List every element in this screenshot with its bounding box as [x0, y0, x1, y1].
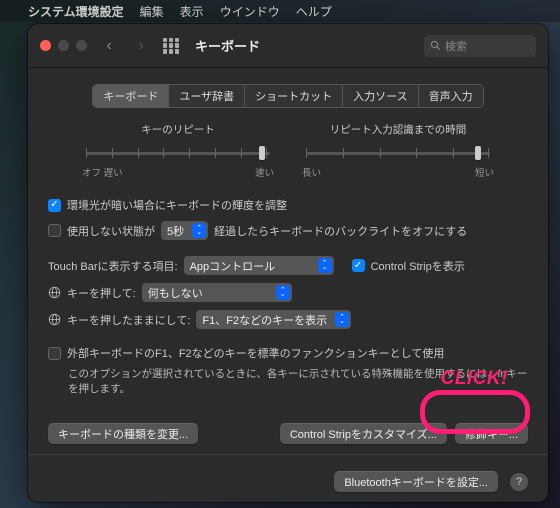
backlight-post: 経過したらキーボードのバックライトをオフにする [214, 223, 467, 239]
delay-group: リピート入力認識までの時間 長い 短い [288, 122, 508, 179]
minimize-button[interactable] [58, 40, 69, 51]
preferences-window: ‹ › キーボード 検索 キーボード ユーザ辞書 ショートカット 入力ソース 音… [28, 24, 548, 502]
modifier-keys-button[interactable]: 修飾キー... [455, 423, 528, 444]
menu-edit[interactable]: 編集 [140, 3, 164, 20]
traffic-lights [40, 40, 87, 51]
back-button[interactable]: ‹ [99, 36, 119, 56]
touchbar-label: Touch Barに表示する項目: [48, 258, 178, 274]
globe-icon [48, 286, 61, 299]
close-button[interactable] [40, 40, 51, 51]
globe-icon [48, 313, 61, 326]
menu-help[interactable]: ヘルプ [296, 3, 332, 20]
control-strip-label: Control Stripを表示 [371, 258, 465, 274]
key-repeat-left-label: オフ 遅い [82, 165, 123, 179]
annotation-label: CLICK! [441, 368, 508, 390]
search-placeholder: 検索 [445, 38, 467, 54]
tab-input-sources[interactable]: 入力ソース [343, 85, 418, 107]
brightness-checkbox[interactable] [48, 199, 61, 212]
delay-left-label: 長い [302, 165, 321, 179]
delay-label: リピート入力認識までの時間 [288, 122, 508, 137]
backlight-pre: 使用しない状態が [67, 223, 155, 239]
show-all-icon[interactable] [163, 38, 179, 54]
external-fn-checkbox[interactable] [48, 347, 61, 360]
tab-keyboard[interactable]: キーボード [93, 85, 169, 107]
forward-button[interactable]: › [131, 36, 151, 56]
tab-text[interactable]: ユーザ辞書 [169, 85, 245, 107]
tabs: キーボード ユーザ辞書 ショートカット 入力ソース 音声入力 [48, 84, 528, 108]
globe-press-label: キーを押して: [67, 285, 136, 301]
help-button[interactable]: ? [510, 473, 528, 491]
brightness-label: 環境光が暗い場合にキーボードの輝度を調整 [67, 197, 287, 213]
globe-hold-select[interactable]: F1、F2などのキーを表示 [196, 310, 351, 329]
titlebar: ‹ › キーボード 検索 [28, 24, 548, 68]
globe-press-select[interactable]: 何もしない [142, 283, 292, 302]
window-title: キーボード [195, 36, 412, 55]
menu-view[interactable]: 表示 [180, 3, 204, 20]
tab-dictation[interactable]: 音声入力 [419, 85, 483, 107]
control-strip-checkbox[interactable] [352, 259, 365, 272]
bluetooth-keyboard-button[interactable]: Bluetoothキーボードを設定... [334, 471, 498, 492]
key-repeat-group: キーのリピート オフ 遅い 速い [68, 122, 288, 179]
external-fn-label: 外部キーボードのF1、F2などのキーを標準のファンクションキーとして使用 [67, 345, 444, 361]
search-field[interactable]: 検索 [424, 35, 536, 57]
backlight-off-checkbox[interactable] [48, 224, 61, 237]
change-keyboard-type-button[interactable]: キーボードの種類を変更... [48, 423, 198, 444]
key-repeat-label: キーのリピート [68, 122, 288, 137]
backlight-delay-select[interactable]: 5秒 [161, 221, 208, 240]
app-menu[interactable]: システム環境設定 [28, 3, 124, 20]
menu-window[interactable]: ウインドウ [220, 3, 280, 20]
customize-control-strip-button[interactable]: Control Stripをカスタマイズ... [280, 423, 447, 444]
delay-right-label: 短い [475, 165, 494, 179]
zoom-button[interactable] [76, 40, 87, 51]
menubar: システム環境設定 編集 表示 ウインドウ ヘルプ [0, 0, 560, 22]
globe-hold-label: キーを押したままにして: [67, 312, 190, 328]
key-repeat-slider[interactable] [86, 143, 270, 163]
search-icon [430, 40, 441, 51]
delay-slider[interactable] [306, 143, 490, 163]
tab-shortcuts[interactable]: ショートカット [245, 85, 343, 107]
touchbar-select[interactable]: Appコントロール [184, 256, 334, 275]
key-repeat-right-label: 速い [255, 165, 274, 179]
